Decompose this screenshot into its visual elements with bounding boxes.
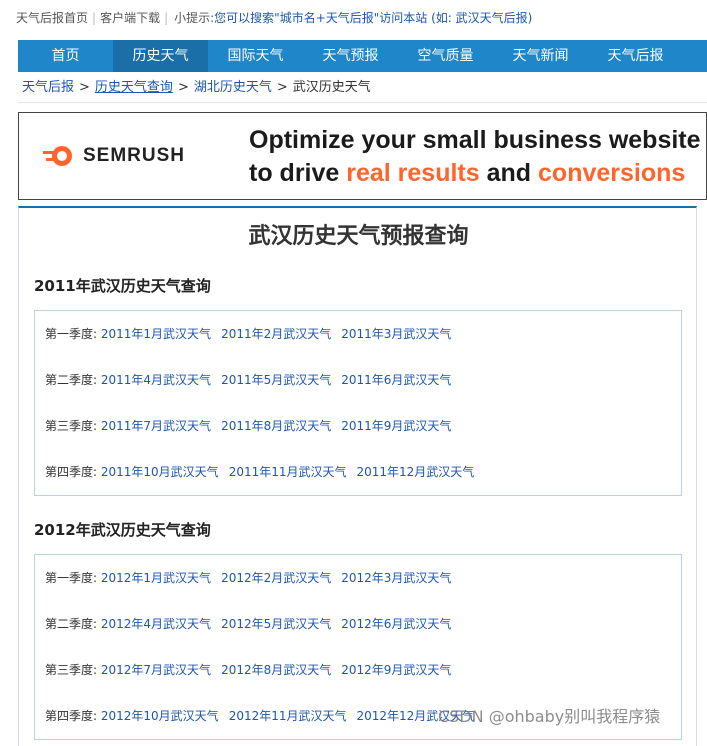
month-link[interactable]: 2012年4月武汉天气 <box>101 617 211 631</box>
month-link[interactable]: 2012年5月武汉天气 <box>221 617 331 631</box>
ad-banner[interactable]: SEMRUSH Optimize your small business web… <box>18 112 707 200</box>
ad-accent-text: conversions <box>538 159 686 187</box>
quarter-label: 第四季度: <box>45 465 98 479</box>
quarter-label: 第三季度: <box>45 663 98 677</box>
month-link[interactable]: 2011年7月武汉天气 <box>101 419 211 433</box>
tip-text: 您可以搜索"城市名+天气后报"访问本站 (如: 武汉天气后报) <box>214 11 533 25</box>
topbar-separator: | <box>92 11 97 25</box>
nav-item-history-weather[interactable]: 历史天气 <box>113 40 208 72</box>
quarter-label: 第四季度: <box>45 709 98 723</box>
year-heading-2011: 2011年武汉历史天气查询 <box>34 277 211 295</box>
month-link[interactable]: 2012年1月武汉天气 <box>101 571 211 585</box>
month-link[interactable]: 2011年9月武汉天气 <box>341 419 451 433</box>
ad-text: and <box>479 159 539 187</box>
month-link[interactable]: 2011年5月武汉天气 <box>221 373 331 387</box>
quarter-row: 第四季度: 2012年10月武汉天气 2012年11月武汉天气 2012年12月武汉… <box>45 706 484 726</box>
breadcrumb-separator: > <box>177 80 189 95</box>
month-link[interactable]: 2011年4月武汉天气 <box>101 373 211 387</box>
quarter-label: 第二季度: <box>45 373 98 387</box>
month-link[interactable]: 2011年8月武汉天气 <box>221 419 331 433</box>
month-link[interactable]: 2011年12月武汉天气 <box>357 465 475 479</box>
page-title: 武汉历史天气预报查询 <box>248 224 469 249</box>
breadcrumb-current: 武汉历史天气 <box>292 80 371 95</box>
breadcrumb-link-hubei[interactable]: 湖北历史天气 <box>194 80 272 95</box>
ad-text: to drive <box>249 159 347 187</box>
year-heading-2012: 2012年武汉历史天气查询 <box>34 521 211 539</box>
quarter-label: 第三季度: <box>45 419 98 433</box>
nav-item-air-quality[interactable]: 空气质量 <box>398 40 493 72</box>
month-link[interactable]: 2012年9月武汉天气 <box>341 663 451 677</box>
month-link[interactable]: 2012年2月武汉天气 <box>221 571 331 585</box>
topbar-separator: | <box>164 11 169 25</box>
month-link[interactable]: 2012年3月武汉天气 <box>341 571 451 585</box>
month-link[interactable]: 2011年1月武汉天气 <box>101 327 211 341</box>
quarter-row: 第一季度: 2012年1月武汉天气 2012年2月武汉天气 2012年3月武汉天气 <box>45 568 461 588</box>
quarter-label: 第一季度: <box>45 571 98 585</box>
year-box-2011: 第一季度: 2011年1月武汉天气 2011年2月武汉天气 2011年3月武汉天气 … <box>34 310 682 496</box>
month-link[interactable]: 2011年10月武汉天气 <box>101 465 219 479</box>
quarter-row: 第二季度: 2012年4月武汉天气 2012年5月武汉天气 2012年6月武汉天气 <box>45 614 461 634</box>
ad-subheadline: to drive real results and conversions <box>249 159 685 188</box>
month-link[interactable]: 2011年2月武汉天气 <box>221 327 331 341</box>
nav-item-international-weather[interactable]: 国际天气 <box>208 40 303 72</box>
nav-item-truncated[interactable]: 气 <box>683 40 707 72</box>
month-link[interactable]: 2012年10月武汉天气 <box>101 709 219 723</box>
ad-headline: Optimize your small business website <box>249 126 701 154</box>
tip-label: 小提示: <box>174 11 215 25</box>
month-link[interactable]: 2012年11月武汉天气 <box>229 709 347 723</box>
breadcrumb-link-history[interactable]: 历史天气查询 <box>95 80 173 95</box>
month-link[interactable]: 2012年6月武汉天气 <box>341 617 451 631</box>
nav-item-home[interactable]: 首页 <box>18 40 113 72</box>
semrush-flame-icon <box>43 146 72 166</box>
breadcrumb: 天气后报 > 历史天气查询 > 湖北历史天气 > 武汉历史天气 <box>22 78 702 98</box>
breadcrumb-separator: > <box>79 80 90 95</box>
month-link[interactable]: 2011年6月武汉天气 <box>341 373 451 387</box>
month-link[interactable]: 2011年11月武汉天气 <box>229 465 347 479</box>
breadcrumb-divider <box>18 102 707 103</box>
nav-item-weather-report[interactable]: 天气后报 <box>588 40 683 72</box>
month-link[interactable]: 2011年3月武汉天气 <box>341 327 451 341</box>
quarter-label: 第二季度: <box>45 617 98 631</box>
main-panel: 武汉历史天气预报查询 2011年武汉历史天气查询 第一季度: 2011年1月武汉… <box>18 206 697 746</box>
breadcrumb-link-home[interactable]: 天气后报 <box>22 80 74 95</box>
quarter-row: 第四季度: 2011年10月武汉天气 2011年11月武汉天气 2011年12月武汉… <box>45 462 484 482</box>
quarter-row: 第三季度: 2011年7月武汉天气 2011年8月武汉天气 2011年9月武汉天气 <box>45 416 461 436</box>
ad-logo: SEMRUSH <box>43 144 185 168</box>
nav-item-weather-news[interactable]: 天气新闻 <box>493 40 588 72</box>
home-link[interactable]: 天气后报首页 <box>0 11 88 25</box>
month-link[interactable]: 2012年7月武汉天气 <box>101 663 211 677</box>
quarter-row: 第三季度: 2012年7月武汉天气 2012年8月武汉天气 2012年9月武汉天气 <box>45 660 461 680</box>
quarter-label: 第一季度: <box>45 327 98 341</box>
quarter-row: 第一季度: 2011年1月武汉天气 2011年2月武汉天气 2011年3月武汉天气 <box>45 324 461 344</box>
quarter-row: 第二季度: 2011年4月武汉天气 2011年5月武汉天气 2011年6月武汉天气 <box>45 370 461 390</box>
watermark: CSDN @ohbaby别叫我程序猿 <box>438 707 661 726</box>
top-utility-bar: 天气后报首页 | 客户端下载 | 小提示:您可以搜索"城市名+天气后报"访问本站 (如:… <box>0 0 707 36</box>
month-link[interactable]: 2012年8月武汉天气 <box>221 663 331 677</box>
client-download-link[interactable]: 客户端下载 <box>100 11 160 25</box>
ad-brand: SEMRUSH <box>83 145 186 166</box>
breadcrumb-separator: > <box>276 80 288 95</box>
nav-item-forecast[interactable]: 天气预报 <box>303 40 398 72</box>
ad-accent-text: real results <box>346 159 480 187</box>
main-nav: 首页 历史天气 国际天气 天气预报 空气质量 天气新闻 天气后报 气 <box>18 40 707 72</box>
